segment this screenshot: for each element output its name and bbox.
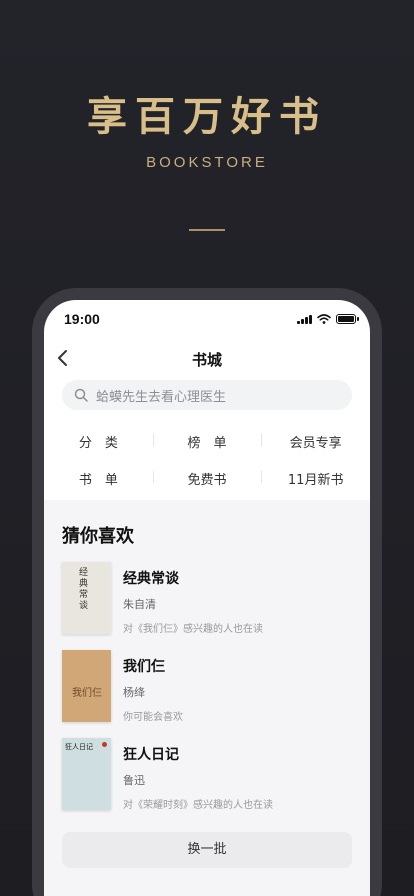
section-title: 猜你喜欢 [62,526,134,547]
book-reason: 对《我们仨》感兴趣的人也在读 [123,624,263,635]
category-menu: 分 类 榜 单 会员专享 书 单 免费书 11月新书 [44,426,370,500]
book-info: 经典常谈 朱自清 对《我们仨》感兴趣的人也在读 [123,562,263,650]
wifi-icon [317,314,331,324]
menu-item-ranking[interactable]: 榜 单 [152,432,262,451]
menu-row: 书 单 免费书 11月新书 [44,463,370,493]
book-item[interactable]: 经典常谈 经典常谈 朱自清 对《我们仨》感兴趣的人也在读 [62,562,352,650]
menu-item-booklist[interactable]: 书 单 [44,469,153,488]
recommend-section: 猜你喜欢 经典常谈 经典常谈 朱自清 对《我们仨》感兴趣的人也在读 我们仨 我们… [44,500,370,896]
menu-item-new-books[interactable]: 11月新书 [261,469,370,488]
status-time: 19:00 [64,311,100,327]
search-placeholder: 蛤蟆先生去看心理医生 [96,389,227,405]
menu-item-member[interactable]: 会员专享 [261,432,370,451]
status-bar: 19:00 [44,300,370,340]
signal-icon [297,314,312,324]
book-cover: 狂人日记 [62,738,111,810]
promo-title: 享百万好书 [87,93,327,140]
battery-icon [336,314,359,324]
cover-red-mark [102,742,107,747]
nav-bar: 书城 [44,340,370,376]
book-cover: 我们仨 [62,650,111,722]
cover-text: 经典常谈 [79,568,89,611]
cover-text: 狂人日记 [65,743,93,751]
promo-divider [189,229,225,231]
book-reason: 你可能会喜欢 [123,712,183,723]
phone-screen: 19:00 书城 蛤蟆先生去看心理医生 分 类 榜 单 会员专享 书 单 免费书… [44,300,370,896]
search-box[interactable]: 蛤蟆先生去看心理医生 [62,380,352,410]
status-icons [297,314,359,324]
book-author: 杨绛 [123,686,145,699]
book-cover: 经典常谈 [62,562,111,634]
book-title: 我们仨 [123,659,165,675]
promo-subtitle: BOOKSTORE [146,154,268,171]
book-author: 朱自清 [123,598,156,611]
book-info: 我们仨 杨绛 你可能会喜欢 [123,650,183,738]
book-item[interactable]: 我们仨 我们仨 杨绛 你可能会喜欢 [62,650,352,738]
book-title: 经典常谈 [123,571,179,587]
menu-item-free[interactable]: 免费书 [152,469,262,488]
menu-row: 分 类 榜 单 会员专享 [44,426,370,456]
book-list: 经典常谈 经典常谈 朱自清 对《我们仨》感兴趣的人也在读 我们仨 我们仨 杨绛 … [62,562,352,826]
book-info: 狂人日记 鲁迅 对《荣耀时刻》感兴趣的人也在读 [123,738,273,826]
cover-text: 我们仨 [72,688,102,699]
refresh-button[interactable]: 换一批 [62,832,352,868]
book-item[interactable]: 狂人日记 狂人日记 鲁迅 对《荣耀时刻》感兴趣的人也在读 [62,738,352,826]
book-title: 狂人日记 [123,747,179,763]
menu-item-category[interactable]: 分 类 [44,432,153,451]
search-icon [74,388,88,402]
nav-title: 书城 [191,351,222,369]
book-author: 鲁迅 [123,774,145,787]
book-reason: 对《荣耀时刻》感兴趣的人也在读 [123,800,273,811]
